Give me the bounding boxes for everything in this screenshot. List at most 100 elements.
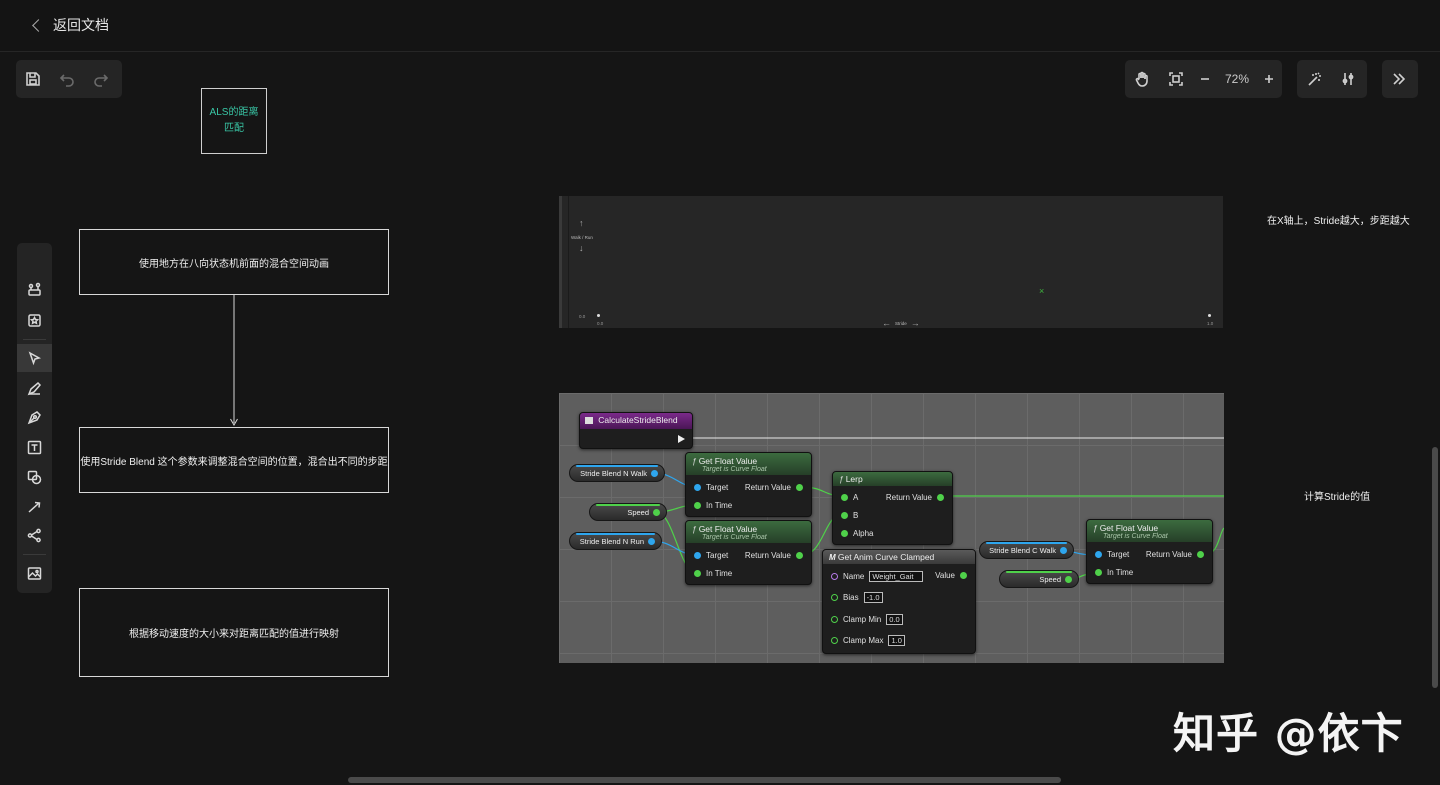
output-pin-value[interactable]: Value [935,571,967,580]
output-pin [653,508,660,516]
input-pin-clamp-min[interactable]: Clamp Min 0.0 [831,614,903,625]
var-stride-blend-n-walk[interactable]: Stride Blend N Walk [569,464,665,482]
var-label: Stride Blend C Walk [989,545,1056,555]
note-x-axis[interactable]: 在X轴上，Stride越大，步距越大 [1267,212,1410,227]
zoom-out-button[interactable] [1193,60,1217,98]
pin-dot [831,616,838,623]
input-pin-clamp-max[interactable]: Clamp Max 1.0 [831,635,905,646]
get-float-value-node[interactable]: ƒ Get Float Value Target is Curve Float … [1086,519,1213,584]
var-stride-blend-n-run[interactable]: Stride Blend N Run [569,532,662,550]
pin-dot [831,573,838,580]
pen-tool[interactable] [17,374,52,402]
var-stride-blend-c-walk[interactable]: Stride Blend C Walk [979,541,1074,559]
input-pin-target[interactable]: Target [694,551,728,560]
get-float-value-node[interactable]: ƒ Get Float Value Target is Curve Float … [685,452,812,517]
plus-icon [1265,75,1273,83]
function-icon: ƒ [1093,524,1098,533]
input-pin-b[interactable]: B [841,511,858,520]
input-pin-in-time[interactable]: In Time [694,501,732,510]
output-pin-return[interactable]: Return Value [745,483,803,492]
step-box-3[interactable]: 根据移动速度的大小来对距离匹配的值进行映射 [79,588,389,677]
vector-pen-tool[interactable] [17,403,52,431]
x-axis-label: ← Stride → [882,318,920,328]
lerp-node[interactable]: ƒ Lerp A Return Value B Alpha [832,471,953,545]
pan-hand-button[interactable] [1125,60,1159,98]
blendspace-image[interactable]: ↑ Walk / Run ↓ 0.0 0.0 1.0 × ← Stride → [559,196,1223,328]
connector-tool[interactable] [17,492,52,520]
input-pin-name[interactable]: Name Weight_Gait [831,571,924,582]
entry-node[interactable]: CalculateStrideBlend [579,412,693,449]
get-anim-curve-clamped-node[interactable]: M Get Anim Curve Clamped Name Weight_Gait… [822,549,976,654]
pin-label: Target [706,551,729,560]
undo-button[interactable] [50,60,84,98]
tool-palette [17,243,52,593]
node-title: Lerp [845,474,863,484]
text-tool[interactable] [17,433,52,461]
step-box-2[interactable]: 使用Stride Blend 这个参数来调整混合空间的位置，混合出不同的步距 [79,427,389,493]
pin-dot [796,484,803,491]
pin-dot [831,594,838,601]
pin-label: Return Value [744,483,791,492]
mindmap-tool[interactable] [17,275,52,303]
expand-panel-button[interactable] [1382,60,1416,98]
pin-label: Clamp Min [843,615,882,624]
input-pin-bias[interactable]: Bias -1.0 [831,592,883,603]
text-icon [27,440,42,454]
shapes-icon [27,470,42,484]
fit-screen-icon [1169,72,1183,86]
cursor-icon [28,350,42,365]
note-calc-stride[interactable]: 计算Stride的值 [1304,488,1370,503]
var-speed[interactable]: Speed [589,503,667,521]
pin-dot [841,530,848,537]
input-pin-a[interactable]: A [841,493,858,502]
pin-dot [1095,551,1102,558]
horizontal-scrollbar[interactable] [348,777,1061,783]
arrow-right-icon: → [910,318,920,328]
step-box-1[interactable]: 使用地方在八向状态机前面的混合空间动画 [79,229,389,295]
image-tool[interactable] [17,559,52,587]
magic-wand-icon [1308,72,1321,86]
pin-label: In Time [706,569,733,578]
x-max-label: 1.0 [1207,321,1214,326]
var-label: Stride Blend N Walk [580,468,647,478]
output-pin-return[interactable]: Return Value [1146,550,1204,559]
fit-screen-button[interactable] [1159,60,1193,98]
pin-label: A [853,493,859,502]
input-pin-in-time[interactable]: In Time [1095,568,1133,577]
clamp-min-field[interactable]: 0.0 [886,614,903,625]
blueprint-image[interactable]: CalculateStrideBlend Stride Blend N Walk… [559,393,1224,663]
select-tool[interactable] [17,344,52,372]
pin-dot [1197,551,1204,558]
var-color-bar [986,542,1067,544]
clamp-max-field[interactable]: 1.0 [888,635,905,646]
adjust-settings-button[interactable] [1331,60,1365,98]
sticker-tool[interactable] [17,306,52,334]
redo-button[interactable] [84,60,118,98]
bias-field[interactable]: -1.0 [863,592,883,603]
vertical-scrollbar[interactable] [1432,447,1438,688]
zoom-in-button[interactable] [1257,60,1281,98]
back-to-document-button[interactable]: 返回文档 [32,15,109,35]
input-pin-in-time[interactable]: In Time [694,569,732,578]
flowchart-tool[interactable] [17,521,52,549]
input-pin-target[interactable]: Target [1095,550,1129,559]
output-pin-return[interactable]: Return Value [745,551,803,560]
pin-dot [694,502,701,509]
pin-dot [841,512,848,519]
function-icon [585,417,593,425]
title-box[interactable]: ALS的距离匹配 [201,88,267,154]
hand-icon [1135,71,1148,87]
var-speed-2[interactable]: Speed [999,570,1079,588]
pin-label: Name [843,572,865,581]
var-color-bar [576,465,658,467]
node-subtitle: Target is Curve Float [1103,533,1168,540]
magic-wand-button[interactable] [1297,60,1331,98]
output-pin-return[interactable]: Return Value [886,493,944,502]
save-button[interactable] [16,60,50,98]
shape-tool[interactable] [17,463,52,491]
input-pin-target[interactable]: Target [694,483,728,492]
input-pin-alpha[interactable]: Alpha [841,529,873,538]
name-field[interactable]: Weight_Gait [869,571,924,582]
zoom-level[interactable]: 72% [1217,72,1257,86]
get-float-value-node[interactable]: ƒ Get Float Value Target is Curve Float … [685,520,812,585]
